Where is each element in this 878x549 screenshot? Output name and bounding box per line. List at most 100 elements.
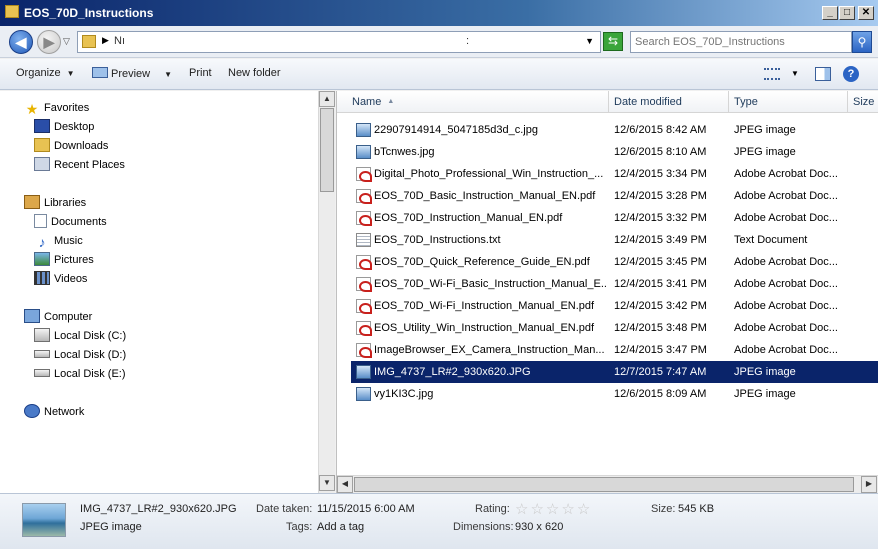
file-date-modified: 12/4/2015 3:49 PM bbox=[614, 234, 707, 246]
search-input[interactable] bbox=[635, 33, 849, 51]
nav-item-documents[interactable]: Documents bbox=[34, 213, 107, 231]
scroll-thumb[interactable] bbox=[320, 108, 334, 192]
nav-item-pictures[interactable]: Pictures bbox=[34, 251, 94, 269]
file-name[interactable]: EOS_70D_Quick_Reference_Guide_EN.pdf bbox=[374, 251, 606, 273]
horizontal-scrollbar[interactable]: ◀ ▶ bbox=[337, 475, 878, 493]
nav-item-downloads[interactable]: Downloads bbox=[34, 137, 108, 155]
scroll-left-icon[interactable]: ◀ bbox=[337, 476, 353, 493]
address-row: ◀ ▶ ▽ ▶ Nı : ▼ ⇆ ⚲ bbox=[0, 26, 878, 58]
preview-menu[interactable]: Preview ▼ bbox=[92, 67, 172, 80]
search-box[interactable] bbox=[630, 31, 852, 53]
image-file-icon bbox=[356, 387, 371, 401]
address-dropdown-icon[interactable]: ▼ bbox=[585, 36, 594, 46]
details-rating-label: Rating: bbox=[475, 503, 510, 515]
file-row[interactable]: EOS_70D_Instruction_Manual_EN.pdf 12/4/20… bbox=[351, 207, 878, 229]
file-row[interactable]: EOS_70D_Wi-Fi_Instruction_Manual_EN.pdf 1… bbox=[351, 295, 878, 317]
file-type: Text Document bbox=[734, 234, 808, 246]
search-button[interactable]: ⚲ bbox=[852, 31, 872, 53]
column-date-modified[interactable]: Date modified bbox=[609, 91, 729, 113]
views-dropdown-icon[interactable]: ▼ bbox=[791, 69, 799, 78]
scroll-thumb[interactable] bbox=[354, 477, 854, 492]
file-name[interactable]: ImageBrowser_EX_Camera_Instruction_Man..… bbox=[374, 339, 606, 361]
file-row[interactable]: bTcnwes.jpg 12/6/2015 8:10 AM JPEG image bbox=[351, 141, 878, 163]
star-icon[interactable]: ☆ bbox=[561, 501, 576, 518]
nav-computer[interactable]: Computer bbox=[24, 308, 92, 326]
preview-pane-icon[interactable] bbox=[815, 67, 831, 81]
nav-libraries[interactable]: Libraries bbox=[24, 194, 86, 212]
file-row[interactable]: ImageBrowser_EX_Camera_Instruction_Man..… bbox=[351, 339, 878, 361]
print-button[interactable]: Print bbox=[189, 67, 212, 79]
file-row[interactable]: 22907914914_5047185d3d_c.jpg 12/6/2015 8:… bbox=[351, 119, 878, 141]
file-name[interactable]: EOS_70D_Wi-Fi_Instruction_Manual_EN.pdf bbox=[374, 295, 606, 317]
nav-item-label: Documents bbox=[51, 216, 107, 228]
file-name[interactable]: EOS_70D_Instruction_Manual_EN.pdf bbox=[374, 207, 606, 229]
window-title: EOS_70D_Instructions bbox=[24, 6, 154, 20]
nav-item-label: Videos bbox=[54, 273, 88, 285]
scroll-up-icon[interactable]: ▲ bbox=[319, 91, 335, 107]
column-name[interactable]: Name ▲ bbox=[347, 91, 609, 113]
file-row[interactable]: IMG_4737_LR#2_930x620.JPG 12/7/2015 7:47 … bbox=[351, 361, 878, 383]
nav-favorites[interactable]: ★ Favorites bbox=[24, 99, 90, 117]
help-icon[interactable]: ? bbox=[843, 66, 859, 82]
star-icon[interactable]: ☆ bbox=[530, 501, 545, 518]
file-row[interactable]: EOS_70D_Wi-Fi_Basic_Instruction_Manual_E… bbox=[351, 273, 878, 295]
nav-item-desktop[interactable]: Desktop bbox=[34, 118, 94, 136]
breadcrumb-chevron-icon[interactable]: ▶ bbox=[102, 35, 109, 46]
refresh-button[interactable]: ⇆ bbox=[603, 32, 623, 51]
nav-item-local-disk-c[interactable]: Local Disk (C:) bbox=[34, 327, 126, 345]
details-date-value[interactable]: 11/15/2015 6:00 AM bbox=[317, 503, 415, 515]
star-icon[interactable]: ☆ bbox=[546, 501, 561, 518]
nav-item-videos[interactable]: Videos bbox=[34, 270, 87, 288]
recent-places-icon bbox=[34, 157, 50, 171]
image-file-icon bbox=[356, 145, 371, 159]
close-button[interactable]: ✕ bbox=[858, 6, 874, 20]
file-name[interactable]: EOS_70D_Instructions.txt bbox=[374, 229, 606, 251]
scroll-down-icon[interactable]: ▼ bbox=[319, 475, 335, 491]
rating-stars[interactable]: ☆☆☆☆☆ bbox=[515, 500, 592, 518]
nav-item-local-disk-d[interactable]: Local Disk (D:) bbox=[34, 346, 126, 364]
pdf-file-icon bbox=[356, 321, 372, 336]
scroll-right-icon[interactable]: ▶ bbox=[861, 476, 877, 493]
file-name[interactable]: bTcnwes.jpg bbox=[374, 141, 606, 163]
nav-item-music[interactable]: ♪ Music bbox=[34, 232, 83, 250]
file-name[interactable]: vy1KI3C.jpg bbox=[374, 383, 606, 405]
file-row[interactable]: EOS_70D_Quick_Reference_Guide_EN.pdf 12/4… bbox=[351, 251, 878, 273]
forward-button[interactable]: ▶ bbox=[37, 30, 61, 54]
column-type[interactable]: Type bbox=[729, 91, 848, 113]
file-name[interactable]: EOS_70D_Basic_Instruction_Manual_EN.pdf bbox=[374, 185, 606, 207]
file-name[interactable]: 22907914914_5047185d3d_c.jpg bbox=[374, 119, 606, 141]
file-name[interactable]: EOS_Utility_Win_Instruction_Manual_EN.pd… bbox=[374, 317, 606, 339]
new-folder-button[interactable]: New folder bbox=[228, 67, 281, 79]
file-row[interactable]: Digital_Photo_Professional_Win_Instructi… bbox=[351, 163, 878, 185]
star-icon[interactable]: ☆ bbox=[577, 501, 592, 518]
nav-scrollbar[interactable]: ▲ ▼ bbox=[318, 91, 335, 493]
file-row[interactable]: vy1KI3C.jpg 12/6/2015 8:09 AM JPEG image bbox=[351, 383, 878, 405]
maximize-button[interactable]: □ bbox=[839, 6, 855, 20]
file-list: Name ▲ Date modified Type Size 2290791491… bbox=[336, 91, 878, 493]
column-size[interactable]: Size bbox=[848, 91, 878, 113]
file-date-modified: 12/4/2015 3:48 PM bbox=[614, 322, 707, 334]
file-name[interactable]: Digital_Photo_Professional_Win_Instructi… bbox=[374, 163, 606, 185]
nav-item-local-disk-e[interactable]: Local Disk (E:) bbox=[34, 365, 126, 383]
recent-pages-dropdown[interactable]: ▽ bbox=[63, 36, 70, 47]
file-row[interactable]: EOS_70D_Basic_Instruction_Manual_EN.pdf 1… bbox=[351, 185, 878, 207]
views-icon[interactable] bbox=[764, 68, 780, 80]
details-size-value: 545 KB bbox=[678, 503, 715, 515]
nav-network[interactable]: Network bbox=[24, 403, 84, 421]
file-type: JPEG image bbox=[734, 388, 796, 400]
address-path[interactable]: Nı bbox=[114, 35, 125, 47]
minimize-button[interactable]: _ bbox=[822, 6, 838, 20]
details-tags-value[interactable]: Add a tag bbox=[317, 521, 364, 533]
back-button[interactable]: ◀ bbox=[9, 30, 33, 54]
nav-item-recent-places[interactable]: Recent Places bbox=[34, 156, 125, 174]
file-row[interactable]: EOS_Utility_Win_Instruction_Manual_EN.pd… bbox=[351, 317, 878, 339]
file-date-modified: 12/6/2015 8:09 AM bbox=[614, 388, 707, 400]
star-icon[interactable]: ☆ bbox=[515, 501, 530, 518]
file-row[interactable]: EOS_70D_Instructions.txt 12/4/2015 3:49 P… bbox=[351, 229, 878, 251]
file-name[interactable]: IMG_4737_LR#2_930x620.JPG bbox=[374, 361, 606, 383]
organize-menu[interactable]: Organize ▼ bbox=[16, 67, 75, 79]
file-date-modified: 12/4/2015 3:41 PM bbox=[614, 278, 707, 290]
file-name[interactable]: EOS_70D_Wi-Fi_Basic_Instruction_Manual_E… bbox=[374, 273, 606, 295]
details-size-label: Size: bbox=[651, 503, 676, 515]
address-bar[interactable]: ▶ Nı : ▼ bbox=[77, 31, 601, 53]
